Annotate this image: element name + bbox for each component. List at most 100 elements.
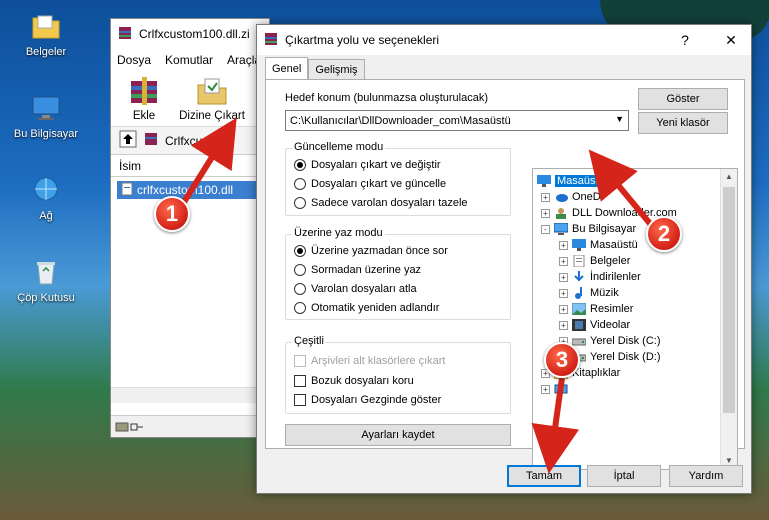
recycle-bin-icon (30, 256, 62, 288)
tree-item[interactable]: + Belgeler (559, 253, 630, 269)
show-in-explorer-checkbox[interactable]: Dosyaları Gezginde göster (294, 394, 441, 406)
expand-icon[interactable]: + (559, 304, 568, 314)
desktop-icon-label: Bu Bilgisayar (13, 128, 79, 140)
expand-icon[interactable]: + (559, 288, 568, 298)
save-settings-button[interactable]: Ayarları kaydet (285, 424, 511, 446)
extract-dialog: Çıkartma yolu ve seçenekleri ? ✕ Genel G… (256, 24, 752, 494)
help-title-button[interactable]: ? (665, 25, 705, 55)
desktop-icon-documents[interactable]: Belgeler (6, 10, 86, 58)
winrar-statusbar (111, 415, 269, 437)
extract-to-button-label: Dizine Çıkart (179, 110, 245, 122)
downloads-icon (572, 271, 586, 283)
step-marker-2: 2 (646, 216, 682, 252)
radio-selected[interactable] (294, 159, 306, 171)
tree-item[interactable]: + Resimler (559, 301, 633, 317)
expand-icon[interactable]: + (559, 320, 568, 330)
overwrite-option-without-prompt[interactable]: Sormadan üzerine yaz (294, 264, 421, 276)
tree-item[interactable]: - Bu Bilgisayar (541, 221, 636, 237)
checkbox[interactable] (294, 375, 306, 387)
radio[interactable] (294, 197, 306, 209)
destination-path-combobox[interactable]: C:\Kullanıcılar\DllDownloader_com\Masaüs… (285, 110, 629, 131)
scroll-up-icon[interactable]: ▲ (721, 169, 737, 185)
tree-item[interactable]: + OneD (541, 189, 601, 205)
expand-icon[interactable]: + (541, 384, 550, 394)
expand-icon[interactable]: + (559, 240, 568, 250)
option-label: Dosyaları çıkart ve değiştir (311, 159, 441, 171)
expand-icon[interactable]: + (541, 192, 550, 202)
tree-item[interactable]: + Müzik (559, 285, 619, 301)
file-row[interactable]: crlfxcustom100.dll (117, 181, 263, 199)
tree-item-label: Yerel Disk (D:) (590, 351, 661, 363)
tree-item[interactable]: + İndirilenler (559, 269, 641, 285)
expand-icon[interactable]: + (559, 256, 568, 266)
tree-item-label: İndirilenler (590, 271, 641, 283)
column-header-name[interactable]: İsim (111, 155, 269, 177)
desktop-icon-this-pc[interactable]: Bu Bilgisayar (6, 92, 86, 140)
destination-label: Hedef konum (bulunmazsa oluşturulacak) (285, 92, 488, 104)
radio[interactable] (294, 302, 306, 314)
radio[interactable] (294, 178, 306, 190)
tree-item-label: Kitaplıklar (572, 367, 621, 379)
update-option-update[interactable]: Dosyaları çıkart ve güncelle (294, 178, 446, 190)
overwrite-option-ask[interactable]: Üzerine yazmadan önce sor (294, 245, 448, 257)
dll-file-icon (121, 182, 133, 199)
checkbox[interactable] (294, 394, 306, 406)
radio[interactable] (294, 264, 306, 276)
step-marker-3: 3 (544, 342, 580, 378)
overwrite-option-rename[interactable]: Otomatik yeniden adlandır (294, 302, 439, 314)
winrar-pathbar: Crlfxcustom (111, 127, 269, 155)
collapse-icon[interactable]: - (541, 224, 550, 234)
up-folder-icon[interactable] (119, 130, 137, 151)
tree-item[interactable]: + Masaüstü (559, 237, 638, 253)
winrar-titlebar[interactable]: Crlfxcustom100.dll.zi (111, 19, 269, 49)
computer-icon (30, 92, 62, 124)
expand-icon[interactable]: + (541, 208, 550, 218)
add-button[interactable]: Ekle (119, 75, 169, 122)
winrar-app-icon (117, 25, 133, 44)
cancel-button[interactable]: İptal (587, 465, 661, 487)
close-button[interactable]: ✕ (711, 25, 751, 55)
chevron-down-icon[interactable]: ▼ (615, 114, 624, 124)
tab-advanced[interactable]: Gelişmiş (308, 59, 365, 79)
overwrite-option-skip[interactable]: Varolan dosyaları atla (294, 283, 417, 295)
tree-item-label: Masaüstü (555, 175, 607, 187)
help-button[interactable]: Yardım (669, 465, 743, 487)
dialog-titlebar[interactable]: Çıkartma yolu ve seçenekleri ? ✕ (257, 25, 751, 55)
network-icon (554, 383, 568, 395)
radio-selected[interactable] (294, 245, 306, 257)
winrar-path[interactable]: Crlfxcustom (165, 134, 228, 148)
folder-tree[interactable]: ▲ ▼ Masaüstü + OneD + DLL Downloader.com - Bu … (532, 168, 738, 470)
horizontal-scrollbar[interactable] (111, 387, 269, 403)
winrar-menubar: Dosya Komutlar Araçla (111, 49, 269, 71)
tree-item[interactable]: + (541, 381, 572, 397)
menu-file[interactable]: Dosya (117, 53, 151, 67)
menu-commands[interactable]: Komutlar (165, 53, 213, 67)
option-label: Sadece varolan dosyaları tazele (311, 197, 468, 209)
extract-to-button[interactable]: Dizine Çıkart (177, 75, 247, 122)
tree-item-label: Bu Bilgisayar (572, 223, 637, 235)
option-label: Bozuk dosyaları koru (311, 375, 414, 387)
desktop-icon-recycle-bin[interactable]: Çöp Kutusu (6, 256, 86, 304)
misc-group: Çeşitli Arşivleri alt klasörlere çıkart … (285, 335, 511, 414)
tab-general[interactable]: Genel (265, 57, 309, 79)
misc-title: Çeşitli (292, 335, 326, 347)
radio[interactable] (294, 283, 306, 295)
tree-item[interactable]: + Videolar (559, 317, 630, 333)
new-folder-button[interactable]: Yeni klasör (638, 112, 728, 134)
desktop-icon-network[interactable]: Ağ (6, 174, 86, 222)
show-button[interactable]: Göster (638, 88, 728, 110)
music-icon (572, 287, 586, 299)
tree-vertical-scrollbar[interactable]: ▲ ▼ (720, 169, 737, 469)
ok-button[interactable]: Tamam (507, 465, 581, 487)
keep-broken-files-checkbox[interactable]: Bozuk dosyaları koru (294, 375, 414, 387)
update-option-replace[interactable]: Dosyaları çıkart ve değiştir (294, 159, 441, 171)
expand-icon[interactable]: + (559, 272, 568, 282)
update-option-freshen[interactable]: Sadece varolan dosyaları tazele (294, 197, 468, 209)
winrar-app-icon (263, 31, 279, 50)
desktop-icon-label: Çöp Kutusu (17, 292, 75, 304)
tree-item-label: Belgeler (590, 255, 631, 267)
scroll-thumb[interactable] (723, 187, 735, 413)
user-icon (554, 207, 568, 219)
tree-item[interactable]: Masaüstü (537, 173, 607, 189)
videos-icon (572, 319, 586, 331)
